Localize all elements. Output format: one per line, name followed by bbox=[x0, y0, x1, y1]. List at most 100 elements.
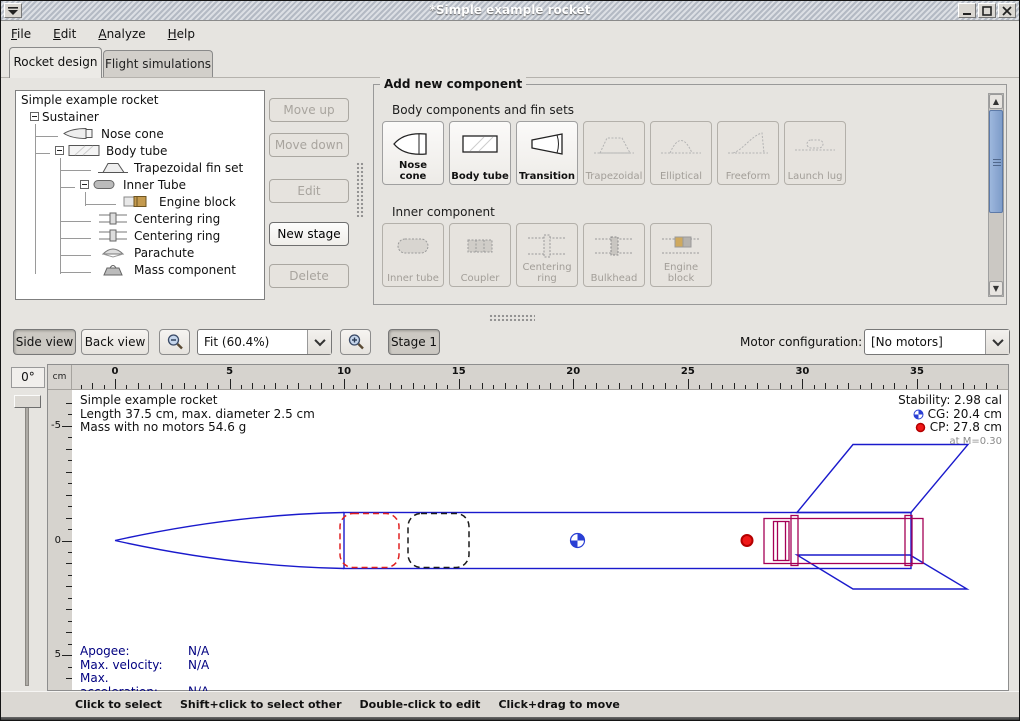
inner-tube-icon bbox=[92, 178, 118, 191]
tree-item-centering-ring-1[interactable]: Centering ring bbox=[16, 210, 264, 227]
menu-help[interactable]: Help bbox=[168, 27, 195, 41]
trapezoidal-fin-icon bbox=[97, 161, 129, 174]
add-nose-cone-button[interactable]: Nose cone bbox=[382, 121, 444, 185]
move-down-button[interactable]: Move down bbox=[269, 133, 349, 157]
launch-lug-icon bbox=[792, 128, 838, 160]
collapse-icon[interactable] bbox=[55, 146, 64, 155]
ruler-unit-label: cm bbox=[48, 365, 72, 390]
rocket-info-text: Simple example rocketLength 37.5 cm, max… bbox=[80, 394, 315, 435]
add-inner-tube-button[interactable]: Inner tube bbox=[382, 223, 444, 287]
tree-item-body-tube[interactable]: Body tube bbox=[16, 142, 264, 159]
zoom-out-button[interactable] bbox=[159, 329, 190, 355]
add-component-group: Add new component Body components and fi… bbox=[373, 84, 1007, 305]
body-tube-icon bbox=[457, 128, 503, 160]
rotation-slider-handle[interactable] bbox=[14, 395, 41, 408]
add-bulkhead-button[interactable]: Bulkhead bbox=[583, 223, 645, 287]
motor-configuration-select[interactable]: [No motors] bbox=[864, 329, 1010, 355]
maximize-button[interactable] bbox=[978, 3, 996, 18]
stage-1-toggle[interactable]: Stage 1 bbox=[388, 329, 440, 355]
add-centering-ring-button[interactable]: Centering ring bbox=[516, 223, 578, 287]
motor-configuration-value: [No motors] bbox=[865, 330, 985, 354]
inner-tube-icon bbox=[390, 230, 436, 262]
add-engine-block-button[interactable]: Engine block bbox=[650, 223, 712, 287]
vertical-splitter[interactable] bbox=[356, 162, 364, 217]
body-tube-outline[interactable] bbox=[344, 513, 911, 569]
add-transition-button[interactable]: Transition bbox=[516, 121, 578, 185]
mass-component-outline[interactable] bbox=[408, 514, 469, 568]
motor-configuration-label: Motor configuration: bbox=[740, 335, 862, 349]
hint-click-select: Click to select bbox=[75, 698, 162, 711]
tree-item-nose-cone[interactable]: Nose cone bbox=[16, 125, 264, 142]
transition-icon bbox=[524, 128, 570, 160]
inner-tube-outline[interactable] bbox=[764, 519, 923, 564]
rotation-slider-track[interactable] bbox=[25, 396, 29, 686]
fin-lower-outline[interactable] bbox=[797, 555, 967, 589]
maximize-icon bbox=[982, 6, 992, 16]
tree-item-sustainer[interactable]: Sustainer bbox=[16, 108, 264, 125]
scroll-down-icon[interactable]: ▼ bbox=[989, 281, 1003, 296]
rocket-diagram[interactable] bbox=[72, 390, 1008, 690]
collapse-icon[interactable] bbox=[80, 180, 89, 189]
add-component-title: Add new component bbox=[380, 77, 526, 91]
tree-item-rocket[interactable]: Simple example rocket bbox=[16, 91, 264, 108]
rocket-canvas[interactable]: Simple example rocketLength 37.5 cm, max… bbox=[72, 390, 1008, 690]
tree-item-trapezoidal-fin-set[interactable]: Trapezoidal fin set bbox=[16, 159, 264, 176]
chevron-down-icon[interactable] bbox=[307, 330, 331, 354]
new-stage-button[interactable]: New stage bbox=[269, 222, 349, 246]
tab-bar: Rocket design Flight simulations bbox=[1, 45, 1019, 77]
scroll-up-icon[interactable]: ▲ bbox=[989, 94, 1003, 109]
centering-ring-icon bbox=[97, 229, 129, 242]
add-freeform-fin-button[interactable]: Freeform bbox=[717, 121, 779, 185]
fin-upper-outline[interactable] bbox=[797, 445, 968, 513]
nose-cone-outline[interactable] bbox=[115, 513, 344, 569]
nose-cone-icon bbox=[390, 128, 436, 160]
move-up-button[interactable]: Move up bbox=[269, 98, 349, 122]
menu-file[interactable]: File bbox=[11, 27, 31, 41]
close-icon bbox=[1002, 6, 1012, 16]
scrollbar-thumb[interactable] bbox=[989, 110, 1003, 213]
stability-info: Stability: 2.98 cal CG: 20.4 cm bbox=[898, 394, 1002, 448]
view-toolbar: Side view Back view Fit (60.4%) Stage 1 … bbox=[1, 321, 1019, 364]
tree-item-engine-block[interactable]: Engine block bbox=[16, 193, 264, 210]
zoom-in-button[interactable] bbox=[340, 329, 371, 355]
component-panel-scrollbar[interactable]: ▲ ▼ bbox=[988, 93, 1004, 297]
engine-block-outline[interactable] bbox=[774, 522, 790, 561]
delete-button[interactable]: Delete bbox=[269, 264, 349, 288]
add-body-tube-button[interactable]: Body tube bbox=[449, 121, 511, 185]
tab-flight-simulations[interactable]: Flight simulations bbox=[103, 50, 213, 78]
edit-button[interactable]: Edit bbox=[269, 179, 349, 203]
horizontal-splitter[interactable] bbox=[489, 314, 535, 321]
side-view-button[interactable]: Side view bbox=[13, 329, 76, 355]
tree-item-centering-ring-2[interactable]: Centering ring bbox=[16, 227, 264, 244]
cg-value: CG: 20.4 cm bbox=[928, 408, 1002, 422]
menu-edit[interactable]: Edit bbox=[53, 27, 76, 41]
trapezoidal-fin-icon bbox=[591, 128, 637, 160]
zoom-level-select[interactable]: Fit (60.4%) bbox=[197, 329, 332, 355]
title-bar: *Simple example rocket bbox=[1, 1, 1019, 21]
tab-rocket-design[interactable]: Rocket design bbox=[9, 47, 102, 78]
mach-annotation: at M=0.30 bbox=[898, 435, 1002, 449]
zoom-in-icon bbox=[347, 333, 365, 351]
body-components-label: Body components and fin sets bbox=[392, 103, 574, 117]
minimize-button[interactable] bbox=[958, 3, 976, 18]
stability-value: Stability: 2.98 cal bbox=[898, 394, 1002, 408]
add-elliptical-fin-button[interactable]: Elliptical bbox=[650, 121, 712, 185]
vertical-ruler: -505 bbox=[48, 390, 72, 690]
menu-analyze[interactable]: Analyze bbox=[98, 27, 145, 41]
add-launch-lug-button[interactable]: Launch lug bbox=[784, 121, 846, 185]
cp-marker bbox=[742, 535, 753, 546]
add-trapezoidal-fin-button[interactable]: Trapezoidal bbox=[583, 121, 645, 185]
collapse-icon[interactable] bbox=[30, 112, 39, 121]
chevron-down-icon[interactable] bbox=[985, 330, 1009, 354]
tree-item-mass-component[interactable]: Mass component bbox=[16, 261, 264, 278]
back-view-button[interactable]: Back view bbox=[81, 329, 149, 355]
tree-item-parachute[interactable]: Parachute bbox=[16, 244, 264, 261]
rotation-angle-display: 0° bbox=[11, 367, 45, 388]
parachute-outline[interactable] bbox=[340, 514, 399, 568]
add-coupler-button[interactable]: Coupler bbox=[449, 223, 511, 287]
tree-item-inner-tube[interactable]: Inner Tube bbox=[16, 176, 264, 193]
centering-ring-front-outline[interactable] bbox=[791, 516, 798, 566]
close-button[interactable] bbox=[998, 3, 1016, 18]
hint-click-drag: Click+drag to move bbox=[498, 698, 619, 711]
window-title: *Simple example rocket bbox=[1, 3, 1019, 17]
